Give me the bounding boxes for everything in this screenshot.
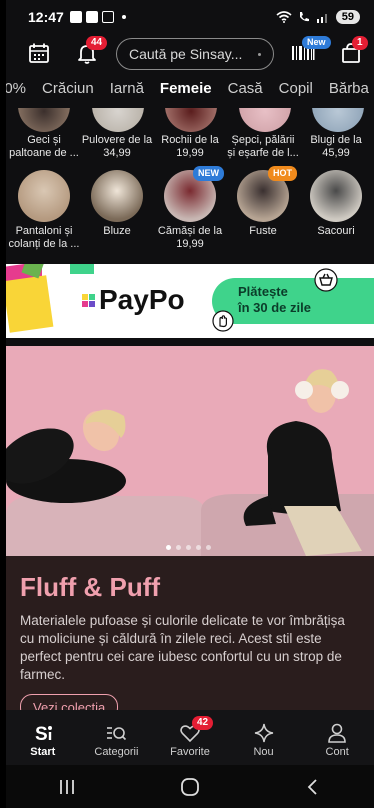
tab-bărba[interactable]: Bărba (329, 80, 369, 108)
wifi-icon (276, 11, 292, 23)
subcategory-label: Șepci, pălării și eșarfe de l... (227, 134, 299, 159)
tab-iarnă[interactable]: Iarnă (110, 80, 144, 108)
category-tabs: 40% Crăciun Iarnă Femeie Casă Copil Bărba (6, 80, 374, 108)
hand-icon (212, 310, 234, 332)
subcategory-image: HOT (237, 166, 297, 222)
back-icon[interactable] (303, 777, 323, 797)
subcategory-item[interactable]: Pulovere de la 34,99 (81, 134, 153, 160)
tab-crăciun[interactable]: Crăciun (42, 80, 94, 108)
subcategory-label: Cămăși de la 19,99 (157, 225, 223, 250)
nav-nou[interactable]: Nou (229, 722, 299, 758)
subcategory-label: Sacouri (317, 225, 355, 237)
calendar-icon (29, 43, 49, 63)
nav-label: Favorite (170, 746, 210, 758)
call-icon (299, 12, 309, 22)
new-badge: NEW (193, 166, 224, 181)
subcategory-image (91, 170, 143, 222)
subcategory-item[interactable]: Bluze (81, 170, 153, 251)
notification-icon (69, 11, 82, 23)
nav-label: Cont (325, 746, 349, 758)
more-notifications-icon (121, 15, 126, 19)
promo-title: Fluff & Puff (20, 572, 161, 602)
subcategory-row-top-images (6, 108, 374, 132)
subcategory-label: Pantaloni și colanți de la ... (8, 225, 80, 250)
tab-copil[interactable]: Copil (279, 80, 313, 108)
user-icon (302, 722, 372, 744)
app-screen: 12:47 59 44 Caută pe Sinsay... New 1 0% … (6, 0, 374, 808)
notifications-button[interactable]: 44 (72, 36, 108, 68)
bottom-navigation: S Start Categorii 42 Favorite Nou Cont (6, 710, 374, 765)
subcategory-label: Blugi de la 45,99 (310, 134, 362, 159)
subcategory-item[interactable]: Sacouri (300, 170, 372, 251)
subcategory-label: Geci și paltoane de ... (9, 134, 79, 159)
nav-cont[interactable]: Cont (302, 722, 372, 758)
subcategory-label: Rochii de la 19,99 (161, 134, 219, 159)
tab-40%[interactable]: 40% (6, 80, 26, 108)
subcategory-label: Bluze (103, 225, 131, 237)
paypo-offer: Plătește în 30 de zile (212, 278, 374, 324)
notification-icon (85, 11, 98, 23)
subcategory-item[interactable]: Pantaloni și colanți de la ... (8, 170, 80, 251)
subcategory-row: Pantaloni și colanți de la ... Bluze NEW Că… (6, 166, 374, 251)
basket-icon (314, 268, 338, 292)
tab-femeie[interactable]: Femeie (160, 80, 212, 108)
heart-icon (155, 722, 225, 744)
notification-icon (101, 11, 114, 23)
promo-section: Fluff & Puff Materialele pufoase și culo… (6, 556, 374, 720)
calendar-button[interactable] (24, 38, 54, 68)
svg-text:S: S (35, 724, 48, 744)
subcategory-image (18, 170, 70, 222)
paypo-brand: PayPo (99, 284, 185, 315)
subcategory-item[interactable]: NEW Cămăși de la 19,99 (154, 166, 226, 251)
paypo-offer-line1: Plătește (238, 284, 288, 299)
tab-casă[interactable]: Casă (228, 80, 263, 108)
status-bar: 12:47 59 (6, 0, 374, 34)
home-icon[interactable] (180, 777, 200, 797)
banner-decoration (6, 275, 54, 333)
subcategory-row: Geci și paltoane de ... Pulovere de la 34… (6, 134, 374, 160)
subcategory-item[interactable]: HOT Fuste (227, 166, 299, 251)
paypo-offer-line2: în 30 de zile (238, 300, 311, 315)
paypo-banner[interactable]: PayPo Plătește în 30 de zile (6, 264, 374, 338)
nav-label: Nou (253, 746, 274, 758)
nav-categorii[interactable]: Categorii (81, 722, 151, 758)
nav-start[interactable]: S Start (8, 722, 78, 758)
nav-label: Start (30, 746, 56, 758)
app-header: 44 Caută pe Sinsay... New 1 (6, 34, 374, 74)
system-navigation-bar (6, 765, 374, 808)
notification-badge: 44 (86, 36, 108, 50)
subcategory-item[interactable]: Șepci, pălării și eșarfe de l... (227, 134, 299, 160)
promo-description: Materialele pufoase și culorile delicate… (20, 613, 345, 682)
subcategory-image: NEW (164, 166, 224, 222)
carousel-indicator[interactable] (166, 545, 211, 550)
subcategory-item[interactable]: Blugi de la 45,99 (300, 134, 372, 160)
categories-icon (81, 722, 151, 744)
subcategory-image (310, 170, 362, 222)
cart-button[interactable]: 1 (336, 36, 368, 68)
subcategory-item[interactable]: Rochii de la 19,99 (154, 134, 226, 160)
nav-label: Categorii (94, 746, 139, 758)
banner-decoration (70, 264, 94, 274)
status-time: 12:47 (28, 9, 64, 25)
paypo-logo: PayPo (82, 284, 185, 316)
new-badge: New (302, 36, 331, 49)
battery-indicator: 59 (335, 10, 360, 24)
recent-apps-icon[interactable] (57, 778, 77, 796)
hot-badge: HOT (268, 166, 297, 181)
hero-banner-image[interactable] (6, 346, 374, 556)
nav-favorite[interactable]: 42 Favorite (155, 716, 225, 758)
paypo-logo-mark-icon (82, 293, 95, 307)
cart-badge: 1 (352, 36, 368, 50)
subcategory-label: Pulovere de la 34,99 (81, 134, 153, 159)
subcategory-label: Fuste (249, 225, 277, 237)
hero-illustration (6, 346, 374, 556)
sinsay-logo-icon: S (8, 722, 78, 744)
search-placeholder: Caută pe Sinsay... (129, 46, 243, 62)
signal-icon (316, 14, 327, 23)
subcategory-item[interactable]: Geci și paltoane de ... (8, 134, 80, 160)
search-input[interactable]: Caută pe Sinsay... (116, 38, 274, 70)
favorites-badge: 42 (191, 716, 214, 730)
barcode-scan-button[interactable]: New (288, 36, 331, 68)
sparkle-icon (229, 722, 299, 744)
